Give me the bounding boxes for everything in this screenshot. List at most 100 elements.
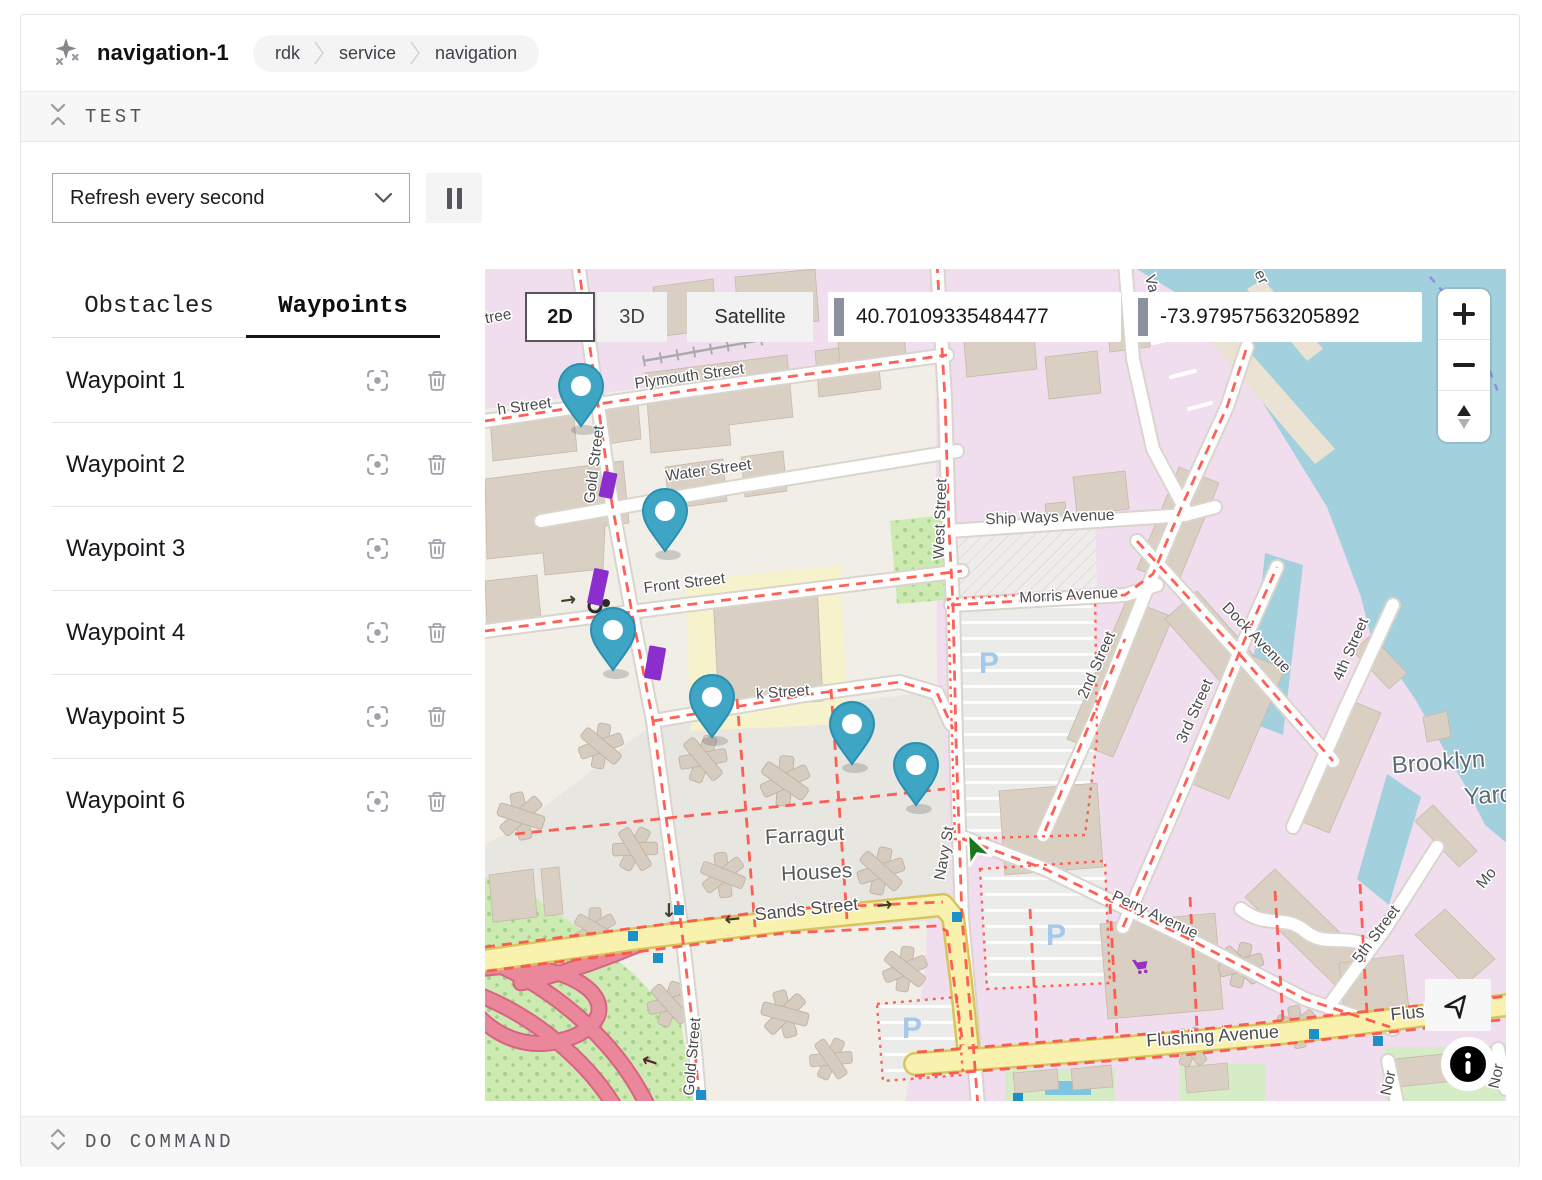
map-container[interactable]: PPP Plymouth StreetWater StreetFront Str… (485, 269, 1506, 1101)
focus-waypoint-button[interactable] (365, 620, 390, 645)
waypoint-name: Waypoint 4 (66, 619, 185, 647)
oneway-arrow-icon: → (875, 893, 893, 917)
traffic-signal-icon (1309, 1029, 1319, 1039)
breadcrumb-chevron-icon (410, 39, 421, 67)
waypoint-name: Waypoint 3 (66, 535, 185, 563)
oneway-arrow-icon: ← (723, 907, 741, 931)
delete-waypoint-button[interactable] (425, 789, 449, 814)
navigation-service-card: navigation-1 rdk service navigation TEST R… (20, 14, 1520, 1167)
page-title: navigation-1 (97, 40, 229, 66)
test-section-header[interactable]: TEST (21, 91, 1519, 142)
waypoint-name: Waypoint 2 (66, 451, 185, 479)
longitude-accent-bar (1138, 298, 1148, 336)
delete-waypoint-button[interactable] (425, 536, 449, 561)
traffic-signal-icon (952, 912, 962, 922)
focus-icon (365, 704, 390, 729)
test-section-label: TEST (85, 106, 145, 128)
trash-icon (425, 368, 449, 393)
street-label: Houses (781, 859, 853, 886)
trash-icon (425, 704, 449, 729)
minus-icon (1452, 353, 1476, 377)
focus-icon (365, 452, 390, 477)
focus-waypoint-button[interactable] (365, 536, 390, 561)
waypoint-row: Waypoint 5 (52, 675, 472, 759)
waypoint-row: Waypoint 2 (52, 423, 472, 507)
navigation-arrow-icon (1443, 990, 1473, 1020)
compass-needle-icon (1453, 403, 1475, 431)
focus-icon (365, 620, 390, 645)
street-label: Farragut (764, 822, 845, 849)
map-zoom-control (1438, 289, 1490, 442)
card-header: navigation-1 rdk service navigation (21, 15, 1519, 91)
delete-waypoint-button[interactable] (425, 620, 449, 645)
trash-icon (425, 536, 449, 561)
oneway-arrow-icon: → (559, 588, 578, 612)
refresh-rate-value: Refresh every second (70, 187, 265, 210)
marker-tabs: Obstacles Waypoints (52, 293, 440, 338)
focus-icon (365, 536, 390, 561)
refresh-rate-select[interactable]: Refresh every second (52, 173, 410, 223)
do-command-label: DO COMMAND (85, 1131, 234, 1153)
traffic-signal-icon (1013, 1093, 1023, 1101)
navigation-sparkle-icon (51, 35, 83, 72)
expand-icon[interactable] (48, 1126, 68, 1158)
map-info-button[interactable] (1441, 1037, 1495, 1091)
waypoint-name: Waypoint 6 (66, 787, 185, 815)
focus-waypoint-button[interactable] (365, 789, 390, 814)
oneway-arrow-icon: ↓ (661, 900, 677, 922)
waypoint-list: Waypoint 1 Waypoint 2 Waypoint 3 Waypoint 4… (52, 339, 472, 843)
waypoint-row: Waypoint 3 (52, 507, 472, 591)
delete-waypoint-button[interactable] (425, 704, 449, 729)
latitude-input[interactable] (844, 305, 1121, 329)
latitude-field (828, 292, 1121, 342)
street-label: West Street (931, 478, 951, 560)
parking-icon: P (902, 1012, 922, 1045)
map-canvas[interactable]: PPP Plymouth StreetWater StreetFront Str… (485, 269, 1506, 1101)
street-label: Yard (1463, 780, 1506, 810)
trash-icon (425, 789, 449, 814)
trash-icon (425, 620, 449, 645)
focus-waypoint-button[interactable] (365, 368, 390, 393)
waypoint-row: Waypoint 6 (52, 759, 472, 843)
zoom-out-button[interactable] (1438, 340, 1490, 391)
map-mode-3d-button[interactable]: 3D (597, 292, 667, 342)
waypoint-name: Waypoint 1 (66, 367, 185, 395)
breadcrumb-item[interactable]: navigation (435, 43, 517, 64)
plus-icon (1452, 302, 1476, 326)
traffic-signal-icon (1373, 1036, 1383, 1046)
collapse-icon[interactable] (48, 101, 68, 133)
longitude-input[interactable] (1148, 305, 1422, 329)
tab-waypoints[interactable]: Waypoints (246, 293, 440, 338)
tab-obstacles[interactable]: Obstacles (52, 293, 246, 338)
breadcrumb-item[interactable]: service (339, 43, 396, 64)
map-mode-2d-button[interactable]: 2D (525, 292, 595, 342)
waypoint-name: Waypoint 5 (66, 703, 185, 731)
satellite-toggle-button[interactable]: Satellite (687, 292, 813, 342)
delete-waypoint-button[interactable] (425, 368, 449, 393)
latitude-accent-bar (834, 298, 844, 336)
do-command-section-header[interactable]: DO COMMAND (21, 1116, 1519, 1167)
waypoint-row: Waypoint 4 (52, 591, 472, 675)
traffic-signal-icon (628, 931, 638, 941)
breadcrumb: rdk service navigation (253, 35, 539, 72)
center-on-robot-button[interactable] (1425, 979, 1491, 1031)
focus-icon (365, 368, 390, 393)
chevron-down-icon (374, 187, 393, 210)
longitude-field (1132, 292, 1422, 342)
parking-icon: P (1046, 919, 1066, 952)
zoom-in-button[interactable] (1438, 289, 1490, 340)
focus-waypoint-button[interactable] (365, 704, 390, 729)
parking-icon: P (979, 647, 999, 680)
pause-refresh-button[interactable] (426, 173, 482, 223)
focus-icon (365, 789, 390, 814)
compass-button[interactable] (1438, 391, 1490, 442)
waypoint-row: Waypoint 1 (52, 339, 472, 423)
info-icon (1449, 1045, 1487, 1083)
delete-waypoint-button[interactable] (425, 452, 449, 477)
breadcrumb-chevron-icon (314, 39, 325, 67)
breadcrumb-item[interactable]: rdk (275, 43, 300, 64)
trash-icon (425, 452, 449, 477)
focus-waypoint-button[interactable] (365, 452, 390, 477)
traffic-signal-icon (653, 953, 663, 963)
pause-icon (447, 188, 462, 209)
